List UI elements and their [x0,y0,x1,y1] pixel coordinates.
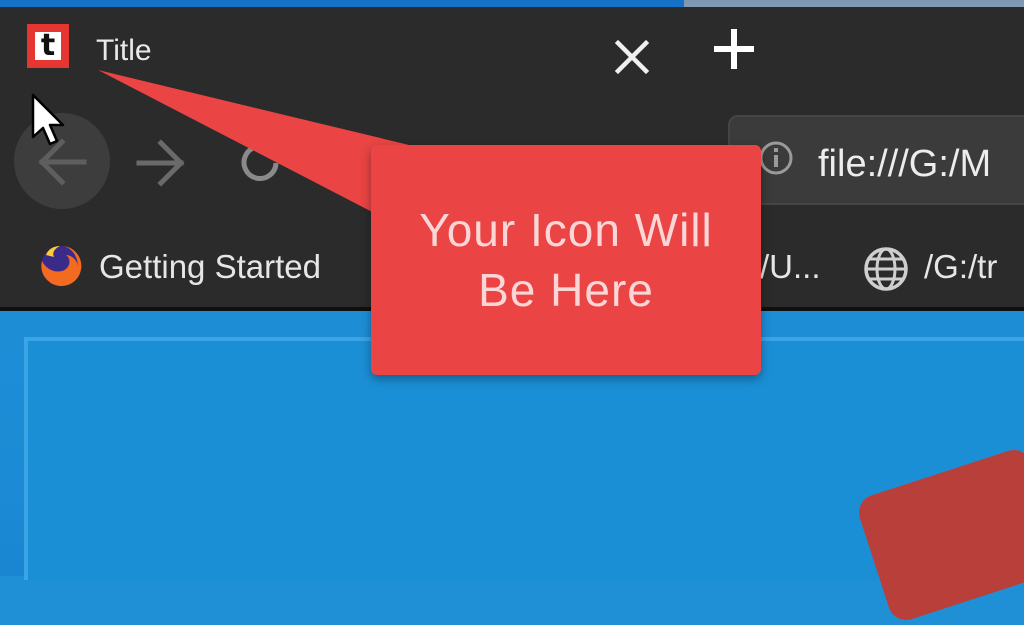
callout-text-line1: Your Icon Will [419,204,713,256]
callout-text-line2: Be Here [478,264,654,316]
callout-box: Your Icon Will Be Here [371,145,761,375]
mouse-cursor-icon [30,92,70,152]
